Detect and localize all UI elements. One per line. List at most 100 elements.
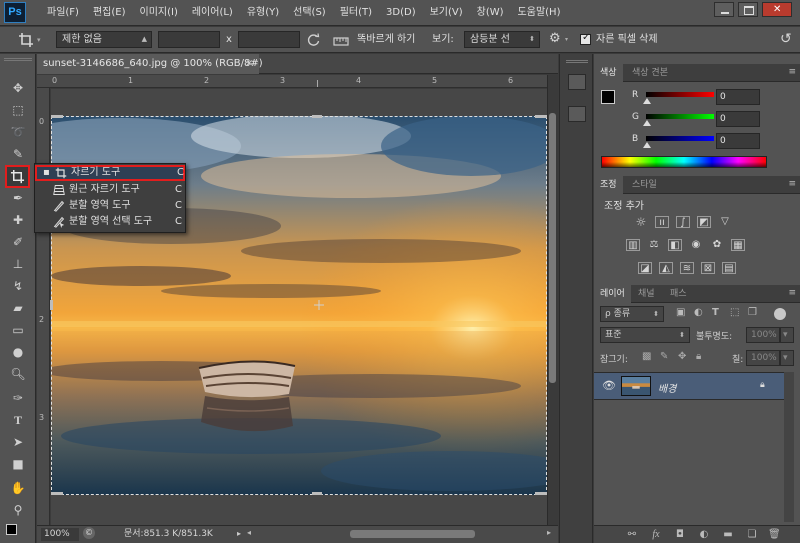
scroll-left-arrow[interactable]: ◂: [247, 528, 251, 537]
document-size[interactable]: 문서:851.3 K/851.3K: [124, 528, 213, 541]
crop-tool-icon[interactable]: [5, 165, 30, 188]
crop-handle-bottom[interactable]: [312, 492, 322, 495]
crop-handle-top-right[interactable]: [535, 115, 547, 118]
document-tab[interactable]: sunset-3146686_640.jpg @ 100% (RGB/8#) ✕: [37, 54, 263, 74]
trash-icon[interactable]: 🗑︎: [768, 529, 781, 540]
link-layers-icon[interactable]: ⚯: [626, 529, 638, 540]
preset-dropdown-arrow[interactable]: ▾: [37, 36, 41, 44]
posterize-icon[interactable]: ◭: [659, 262, 673, 274]
menu-type[interactable]: 유형(Y): [240, 0, 286, 26]
crop-icon[interactable]: [18, 32, 34, 48]
new-group-icon[interactable]: ▬: [722, 529, 734, 540]
red-slider-handle[interactable]: [643, 98, 651, 104]
tab-styles[interactable]: 스타일: [626, 176, 663, 194]
settings-dropdown-arrow[interactable]: ▾: [565, 36, 568, 43]
history-panel-icon[interactable]: [568, 74, 586, 90]
ratio-dropdown[interactable]: 제한 없음 ▲: [56, 31, 152, 48]
green-slider-handle[interactable]: [643, 120, 651, 126]
crop-handle-left[interactable]: [50, 300, 53, 310]
blend-mode-dropdown[interactable]: 표준 ⬍: [600, 327, 690, 343]
opacity-dropdown-arrow[interactable]: ▾: [780, 327, 794, 343]
color-lookup-icon[interactable]: ▦: [731, 239, 745, 251]
opacity-field[interactable]: 100%: [746, 327, 780, 343]
menu-file[interactable]: 파일(F): [40, 0, 86, 26]
selective-color-icon[interactable]: ⊠: [701, 262, 715, 274]
crop-handle-bottom-left[interactable]: [51, 492, 63, 495]
panel-grip[interactable]: [566, 60, 588, 63]
eyedropper-tool-icon[interactable]: ✒: [7, 188, 29, 208]
move-tool-icon[interactable]: ✥: [7, 78, 29, 98]
flyout-item-perspective-crop[interactable]: 원근 자르기 도구 C: [35, 182, 185, 198]
gradient-tool-icon[interactable]: ▭: [7, 320, 29, 340]
status-menu-arrow[interactable]: ▸: [237, 529, 241, 538]
panel-grip[interactable]: [4, 58, 32, 61]
properties-panel-icon[interactable]: [568, 106, 586, 122]
menu-view[interactable]: 보기(V): [423, 0, 470, 26]
green-value-field[interactable]: 0: [716, 111, 760, 127]
panel-menu-icon[interactable]: ≡: [788, 67, 796, 77]
gradient-map-icon[interactable]: ▤: [722, 262, 736, 274]
fill-field[interactable]: 100%: [746, 350, 780, 366]
tab-paths[interactable]: 패스: [664, 285, 693, 303]
fx-icon[interactable]: fx: [650, 529, 662, 540]
filter-toggle[interactable]: [774, 308, 786, 320]
panel-menu-icon[interactable]: ≡: [788, 179, 796, 189]
menu-window[interactable]: 창(W): [470, 0, 511, 26]
flyout-item-slice-tool[interactable]: 분할 영역 도구 C: [35, 198, 185, 214]
tab-swatches[interactable]: 색상 견본: [626, 64, 674, 82]
crop-height-input[interactable]: [238, 31, 300, 48]
color-spectrum-bar[interactable]: [601, 156, 767, 168]
history-brush-tool-icon[interactable]: ↯: [7, 276, 29, 296]
photo-filter-icon[interactable]: ◉: [689, 239, 703, 251]
horizontal-scroll-thumb[interactable]: [350, 530, 475, 538]
foreground-swatch[interactable]: [601, 90, 615, 104]
path-select-tool-icon[interactable]: ➤: [7, 432, 29, 452]
tab-layers[interactable]: 레이어: [594, 285, 631, 303]
panel-menu-icon[interactable]: ≡: [788, 288, 796, 298]
menu-select[interactable]: 선택(S): [286, 0, 333, 26]
menu-edit[interactable]: 편집(E): [86, 0, 133, 26]
tab-color[interactable]: 색상: [594, 64, 623, 82]
green-slider[interactable]: [646, 114, 714, 119]
layer-mask-icon[interactable]: ◘: [674, 529, 686, 540]
menu-layer[interactable]: 레이어(L): [185, 0, 240, 26]
filter-pixel-icon[interactable]: ▣: [676, 307, 685, 318]
filter-adjust-icon[interactable]: ◐: [694, 307, 703, 318]
zoom-level-field[interactable]: 100%: [41, 528, 79, 541]
fill-dropdown-arrow[interactable]: ▾: [780, 350, 794, 366]
filter-type-icon[interactable]: T: [712, 307, 719, 318]
maximize-button[interactable]: [738, 2, 758, 17]
swap-icon[interactable]: [306, 33, 321, 48]
foreground-color-swatch[interactable]: [6, 524, 17, 535]
flyout-item-crop-tool[interactable]: ▪ 자르기 도구 C: [35, 165, 185, 181]
blue-slider[interactable]: [646, 136, 714, 141]
exposure-icon[interactable]: ◩: [697, 216, 711, 228]
red-value-field[interactable]: 0: [716, 89, 760, 105]
lock-all-icon[interactable]: 🔒︎: [696, 351, 701, 362]
vibrance-icon[interactable]: ▽: [718, 216, 732, 228]
layer-filter-dropdown[interactable]: ρ 종류 ⬍: [600, 306, 664, 322]
menu-3d[interactable]: 3D(D): [379, 0, 423, 26]
layer-name[interactable]: 배경: [658, 380, 676, 395]
blue-value-field[interactable]: 0: [716, 133, 760, 149]
layers-scrollbar[interactable]: [784, 372, 794, 522]
zoom-tool-icon[interactable]: ⚲: [7, 500, 29, 520]
healing-brush-tool-icon[interactable]: ✚: [7, 210, 29, 230]
close-icon[interactable]: ✕: [245, 54, 253, 74]
shape-tool-icon[interactable]: ■: [7, 454, 29, 474]
menu-help[interactable]: 도움말(H): [511, 0, 568, 26]
delete-cropped-label[interactable]: 자른 픽셀 삭제: [596, 31, 658, 48]
lasso-tool-icon[interactable]: ➰: [7, 122, 29, 142]
lock-pixels-icon[interactable]: ✎: [660, 351, 668, 362]
straighten-icon[interactable]: [333, 33, 349, 47]
invert-icon[interactable]: ◪: [638, 262, 652, 274]
crop-width-input[interactable]: [158, 31, 220, 48]
blue-slider-handle[interactable]: [643, 142, 651, 148]
eraser-tool-icon[interactable]: ▰: [7, 298, 29, 318]
quick-select-tool-icon[interactable]: ✎: [7, 144, 29, 164]
scroll-right-arrow[interactable]: ▸: [547, 528, 551, 537]
stamp-tool-icon[interactable]: ⊥: [7, 254, 29, 274]
hand-tool-icon[interactable]: ✋: [7, 478, 29, 498]
crop-handle-top-left[interactable]: [51, 115, 63, 118]
minimize-button[interactable]: [714, 2, 734, 17]
